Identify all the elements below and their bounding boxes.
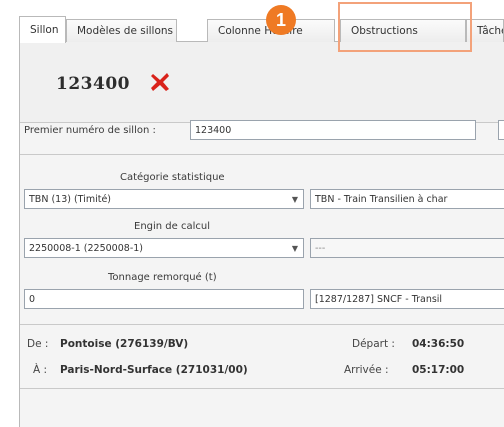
callout-highlight-box xyxy=(338,2,472,52)
from-key: De : xyxy=(27,338,49,350)
categorie-desc-field[interactable]: TBN - Train Transilien à char xyxy=(310,189,504,209)
premier-numero-value: 123400 xyxy=(195,124,232,136)
sillon-panel: 123400 Premier numéro de sillon : 123400… xyxy=(19,42,504,427)
tonnage-field[interactable]: 0 xyxy=(24,289,304,309)
from-station: Pontoise (276139/BV) xyxy=(60,338,189,350)
depart-time: 04:36:50 xyxy=(412,338,465,350)
tonnage-desc-field[interactable]: [1287/1287] SNCF - Transil xyxy=(310,289,504,309)
divider xyxy=(20,388,504,389)
depart-key: Départ : xyxy=(352,338,395,350)
sillon-id-title: 123400 xyxy=(56,74,130,94)
red-x-icon[interactable] xyxy=(148,70,172,94)
to-station: Paris-Nord-Surface (271031/00) xyxy=(60,364,248,376)
engin-desc-field[interactable]: --- xyxy=(310,238,504,258)
categorie-label: Catégorie statistique xyxy=(120,172,225,183)
tab-sillon[interactable]: Sillon xyxy=(19,16,66,43)
arrivee-time: 05:17:00 xyxy=(412,364,465,376)
app-window: Sillon Modèles de sillons Colonne Horair… xyxy=(0,0,504,427)
categorie-value: TBN (13) (Timité) xyxy=(29,193,111,205)
chevron-down-icon[interactable]: ▼ xyxy=(287,239,303,257)
tab-label: Sillon xyxy=(30,24,59,36)
arrivee-key: Arrivée : xyxy=(344,364,389,376)
categorie-select[interactable]: TBN (13) (Timité) ▼ xyxy=(24,189,304,209)
engin-desc: --- xyxy=(315,242,326,254)
engin-value: 2250008-1 (2250008-1) xyxy=(29,242,143,254)
engin-label: Engin de calcul xyxy=(134,221,210,232)
tonnage-label: Tonnage remorqué (t) xyxy=(108,272,217,283)
engin-select[interactable]: 2250008-1 (2250008-1) ▼ xyxy=(24,238,304,258)
premier-numero-aux-field[interactable] xyxy=(498,120,504,140)
tab-label: Modèles de sillons xyxy=(77,25,174,37)
callout-number-badge: 1 xyxy=(266,5,296,35)
divider xyxy=(20,324,504,325)
chevron-down-icon[interactable]: ▼ xyxy=(287,190,303,208)
callout-number: 1 xyxy=(275,9,286,30)
premier-numero-label: Premier numéro de sillon : xyxy=(24,125,156,136)
categorie-desc: TBN - Train Transilien à char xyxy=(315,193,448,205)
tab-modeles-de-sillons[interactable]: Modèles de sillons xyxy=(66,19,177,42)
divider xyxy=(20,154,504,155)
tonnage-value: 0 xyxy=(29,293,36,305)
panel-header: 123400 xyxy=(20,42,504,122)
tonnage-desc: [1287/1287] SNCF - Transil xyxy=(315,293,443,305)
premier-numero-field[interactable]: 123400 xyxy=(190,120,476,140)
tab-label: Tâches xyxy=(477,25,503,37)
to-key: À : xyxy=(33,364,48,376)
